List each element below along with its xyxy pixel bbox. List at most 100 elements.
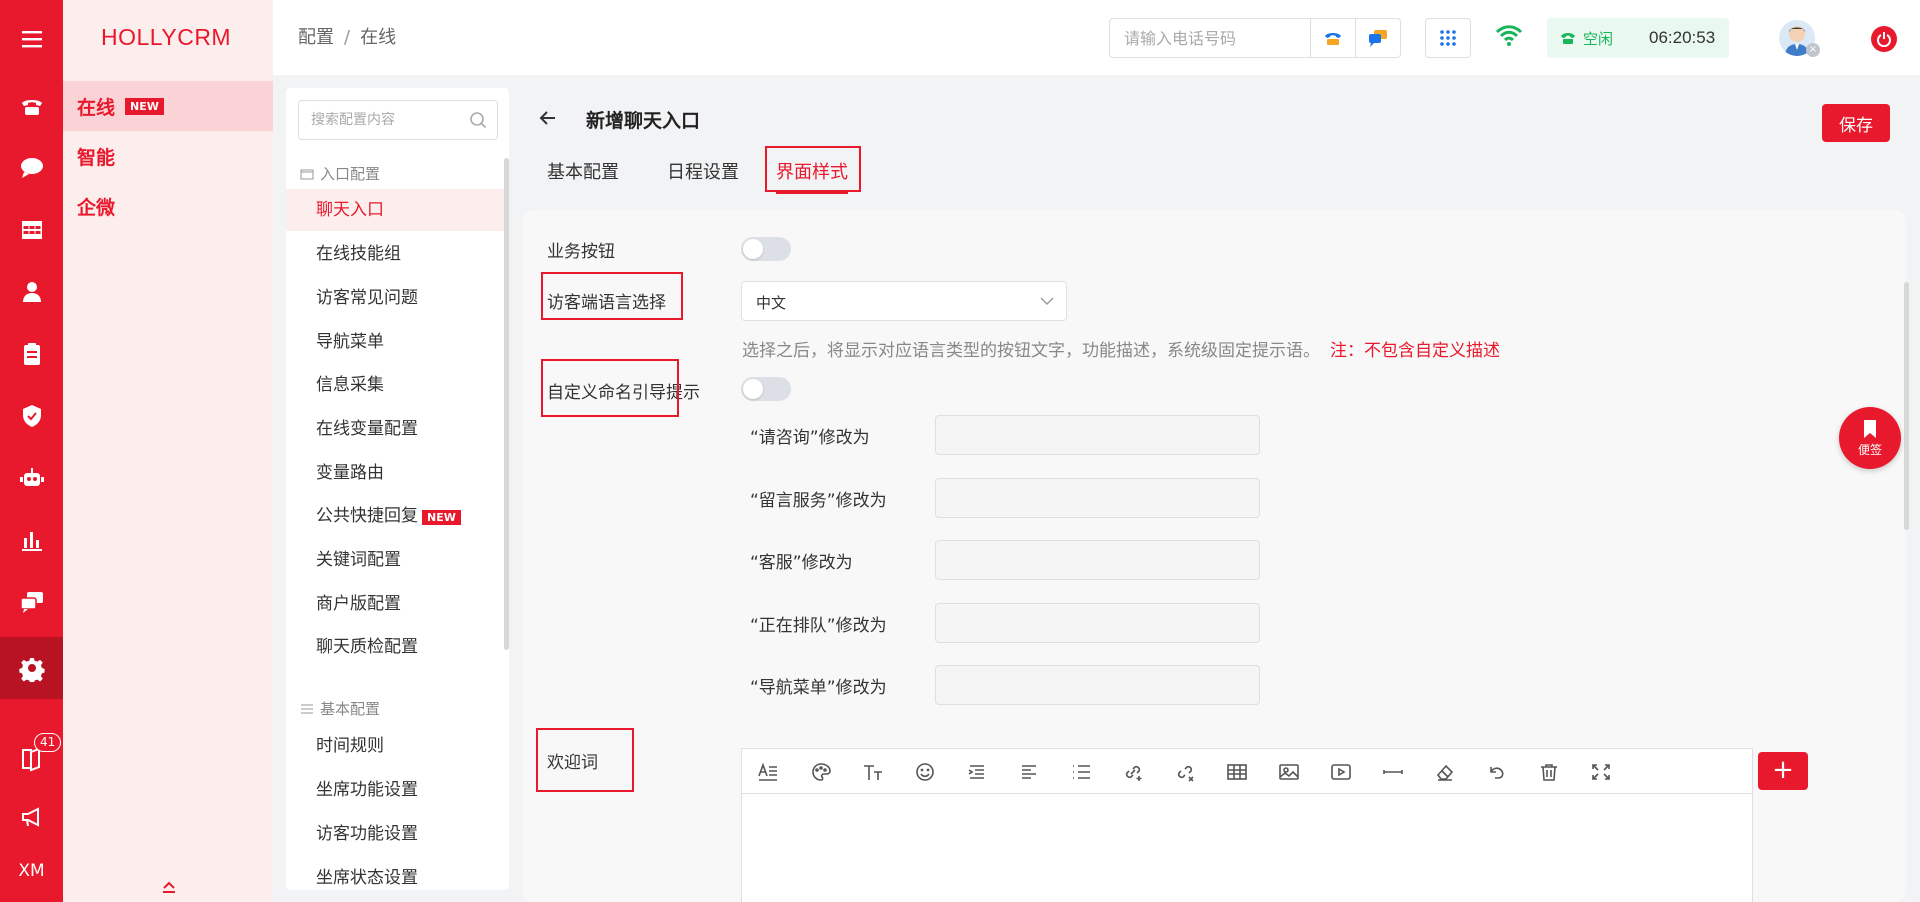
config-search-input[interactable] [299,101,459,139]
rename-label-consult: “请咨询”修改为 [750,428,870,448]
config-scrollbar[interactable] [504,158,509,650]
business-button-toggle[interactable] [741,237,791,261]
new-tag: NEW [125,97,164,115]
phone-dial-box [1109,18,1401,58]
shield-icon[interactable] [0,385,63,447]
rename-input-service[interactable] [935,540,1260,580]
book-icon[interactable]: 41 [0,727,63,789]
unlink-icon[interactable] [1173,761,1197,783]
config-item[interactable]: 在线变量配置 [286,408,504,450]
user-icon[interactable] [0,261,63,323]
config-item[interactable]: 坐席功能设置 [286,769,504,811]
config-item[interactable]: 时间规则 [286,725,504,767]
undo-icon[interactable] [1485,761,1509,783]
megaphone-icon[interactable] [0,786,63,848]
phone-status-icon [1561,33,1575,44]
language-select[interactable]: 中文 [741,281,1067,321]
phone-icon[interactable] [0,75,63,137]
message-bubbles-icon[interactable] [0,571,63,633]
rename-label-nav-menu: “导航菜单”修改为 [750,678,887,698]
clipboard-icon[interactable] [0,323,63,385]
emoji-icon[interactable] [913,761,937,783]
collapse-icon[interactable] [161,878,177,894]
brand-logo: HOLLYCRM [101,24,232,50]
annotation-box [541,272,683,320]
custom-naming-toggle[interactable] [741,377,791,401]
page-header: 新增聊天入口 基本配置 日程设置 界面样式 [522,88,1920,208]
link-icon[interactable] [1121,761,1145,783]
new-tag: NEW [422,510,461,525]
config-item[interactable]: 聊天质检配置 [286,626,504,668]
config-item[interactable]: 访客功能设置 [286,813,504,855]
settings-gear-icon[interactable] [0,637,63,699]
config-item-chat-entry[interactable]: 聊天入口 [286,189,504,231]
module-wecom[interactable]: 企微 [63,181,273,231]
config-item[interactable]: 导航菜单 [286,321,504,363]
config-item[interactable]: 在线技能组 [286,233,504,275]
image-icon[interactable] [1277,761,1301,783]
form-panel: 业务按钮 访客端语言选择 中文 选择之后，将显示对应语言类型的按钮文字，功能描述… [522,210,1906,902]
tab-basic-config[interactable]: 基本配置 [537,152,629,194]
save-button[interactable]: 保存 [1822,104,1890,142]
config-item[interactable]: 变量路由 [286,452,504,494]
breadcrumb-item[interactable]: 配置 [298,27,334,48]
rename-label-message: “留言服务”修改为 [750,491,887,511]
annotation-box [536,728,634,792]
rename-input-message[interactable] [935,478,1260,518]
video-icon[interactable] [1329,761,1353,783]
config-group-basic: 基本配置 [300,698,380,719]
status-timer: 06:20:53 [1649,28,1716,47]
bullet-list-icon[interactable] [1069,761,1093,783]
grid-table-icon[interactable] [0,199,63,261]
phone-number-input[interactable] [1110,19,1308,57]
editor-toolbar [742,749,1752,794]
search-icon[interactable] [469,111,487,129]
config-item[interactable]: 坐席状态设置 [286,857,504,890]
robot-icon[interactable] [0,447,63,509]
module-smart[interactable]: 智能 [63,131,273,181]
fullscreen-icon[interactable] [1589,761,1613,783]
apps-grid-button[interactable] [1425,18,1471,58]
top-bar: 配置/在线 空闲 06:20:53 × [273,0,1920,75]
config-item-quick-reply[interactable]: 公共快捷回复 NEW [286,495,504,537]
power-button[interactable] [1871,26,1897,52]
annotation-box [541,359,679,417]
module-nav: HOLLYCRM 在线 NEW 智能 企微 [63,0,273,902]
settings-list-icon [301,704,313,713]
module-online[interactable]: 在线 NEW [63,81,273,131]
rename-label-queue: “正在排队”修改为 [750,616,887,636]
table-icon[interactable] [1225,761,1249,783]
welcome-editor[interactable] [741,748,1753,902]
align-left-icon[interactable] [1017,761,1041,783]
chat-call-icon [1369,30,1387,47]
rename-input-nav-menu[interactable] [935,665,1260,705]
user-initials[interactable]: XM [0,840,63,902]
trash-icon[interactable] [1537,761,1561,783]
main-scrollbar[interactable] [1904,282,1909,530]
rename-input-queue[interactable] [935,603,1260,643]
horizontal-line-icon[interactable] [1381,761,1405,783]
tab-schedule[interactable]: 日程设置 [657,152,749,194]
config-item[interactable]: 关键词配置 [286,539,504,581]
font-format-icon[interactable] [756,761,780,783]
text-size-icon[interactable] [861,761,885,783]
bookmark-icon [1864,419,1876,438]
page-title: 新增聊天入口 [586,110,701,132]
add-button[interactable]: + [1758,752,1808,790]
eraser-icon[interactable] [1433,761,1457,783]
config-item[interactable]: 商户版配置 [286,583,504,625]
back-arrow-icon[interactable] [538,108,558,128]
chat-icon[interactable] [0,137,63,199]
call-button[interactable] [1310,19,1355,57]
callback-button[interactable] [1355,19,1400,57]
palette-icon[interactable] [809,761,833,783]
sticky-note-button[interactable]: 便签 [1839,407,1901,469]
rename-input-consult[interactable] [935,415,1260,455]
menu-icon[interactable] [0,8,63,70]
config-item[interactable]: 访客常见问题 [286,277,504,319]
bar-chart-icon[interactable] [0,509,63,571]
agent-status[interactable]: 空闲 06:20:53 [1547,18,1729,58]
indent-icon[interactable] [965,761,989,783]
avatar-close-icon[interactable]: × [1806,43,1820,57]
config-item[interactable]: 信息采集 [286,364,504,406]
